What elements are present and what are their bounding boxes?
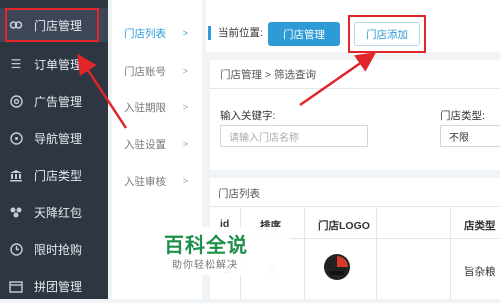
submenu-item-settle-settings[interactable]: 入驻设置 >: [112, 129, 202, 159]
chevron-right-icon: >: [182, 28, 188, 38]
sidebar-item-label: 导航管理: [34, 131, 83, 146]
submenu-item-store-list[interactable]: 门店列表 >: [112, 18, 202, 48]
sidebar-item-label: 限时抢购: [34, 242, 83, 257]
highlight-box: [5, 8, 99, 42]
submenu-item-label: 门店列表: [124, 27, 166, 40]
submenu-item-label: 入驻期限: [124, 101, 166, 114]
compass-icon: [8, 130, 24, 146]
filter-panel: 门店管理 > 筛选查询 输入关键字: 请输入门店名称 门店类型: 不限: [210, 60, 500, 170]
column-divider: [304, 207, 305, 299]
sidebar-item-label: 天降红包: [34, 205, 83, 220]
breadcrumb: 门店管理 > 筛选查询: [220, 69, 316, 81]
sidebar-item-label: 广告管理: [34, 94, 83, 109]
column-divider: [450, 207, 451, 299]
sidebar-item-group-buy[interactable]: 拼团管理: [0, 269, 108, 303]
watermark-slogan: 助你轻松解决: [172, 260, 238, 271]
sidebar-item-order-management[interactable]: ☰ 订单管理: [0, 47, 108, 81]
sidebar-item-label: 订单管理: [34, 57, 83, 72]
table-cell-type: 旨杂粮: [464, 266, 496, 278]
chevron-right-icon: >: [182, 102, 188, 112]
keyword-placeholder: 请输入门店名称: [229, 132, 299, 144]
accent-bar: [208, 26, 211, 40]
top-bar: 当前位置: 门店管理 门店添加: [206, 0, 500, 53]
keyword-label: 输入关键字:: [220, 110, 276, 122]
column-header-logo: 门店LOGO: [318, 220, 370, 232]
divider: [210, 88, 500, 89]
sidebar-item-label: 拼团管理: [34, 279, 83, 294]
group-icon: [8, 278, 24, 294]
store-logo-thumbnail: [324, 254, 350, 280]
sidebar-item-ad-management[interactable]: 广告管理: [0, 84, 108, 118]
sidebar-item-red-packet[interactable]: 天降红包: [0, 195, 108, 229]
column-divider: [376, 207, 377, 299]
gift-icon: [8, 204, 24, 220]
chevron-right-icon: >: [182, 139, 188, 149]
store-management-button[interactable]: 门店管理: [268, 22, 340, 46]
sidebar-item-flash-sale[interactable]: 限时抢购: [0, 232, 108, 266]
sidebar-item-nav-management[interactable]: 导航管理: [0, 121, 108, 155]
watermark: 百科全说 助你轻松解决: [158, 227, 290, 275]
store-type-value: 不限: [449, 132, 469, 144]
store-type-select[interactable]: 不限: [440, 125, 500, 147]
submenu-item-store-account[interactable]: 门店账号 >: [112, 56, 202, 86]
target-icon: [8, 93, 24, 109]
bank-icon: [8, 167, 24, 183]
highlight-box: [348, 15, 426, 53]
submenu-item-settle-review[interactable]: 入驻审核 >: [112, 166, 202, 196]
store-type-label: 门店类型:: [440, 110, 485, 122]
submenu-item-label: 入驻设置: [124, 138, 166, 151]
list-icon: ☰: [10, 57, 22, 71]
submenu-item-label: 入驻审核: [124, 175, 166, 188]
divider: [210, 206, 500, 207]
submenu-item-label: 门店账号: [124, 65, 166, 78]
chevron-right-icon: >: [182, 176, 188, 186]
chevron-right-icon: >: [182, 66, 188, 76]
location-label: 当前位置:: [218, 27, 263, 39]
sidebar-item-store-type[interactable]: 门店类型: [0, 158, 108, 192]
table-title: 门店列表: [218, 188, 260, 200]
clock-icon: [8, 241, 24, 257]
column-header-type: 店类型: [464, 220, 496, 232]
sidebar-item-label: 门店类型: [34, 168, 83, 183]
watermark-brand: 百科全说: [164, 235, 248, 257]
submenu-item-settle-period[interactable]: 入驻期限 >: [112, 92, 202, 122]
keyword-input[interactable]: 请输入门店名称: [220, 125, 368, 147]
sidebar: 门店管理 ☰ 订单管理 广告管理 导航管理 门店类型 天降红包 限时抢购 拼团管…: [0, 0, 108, 299]
